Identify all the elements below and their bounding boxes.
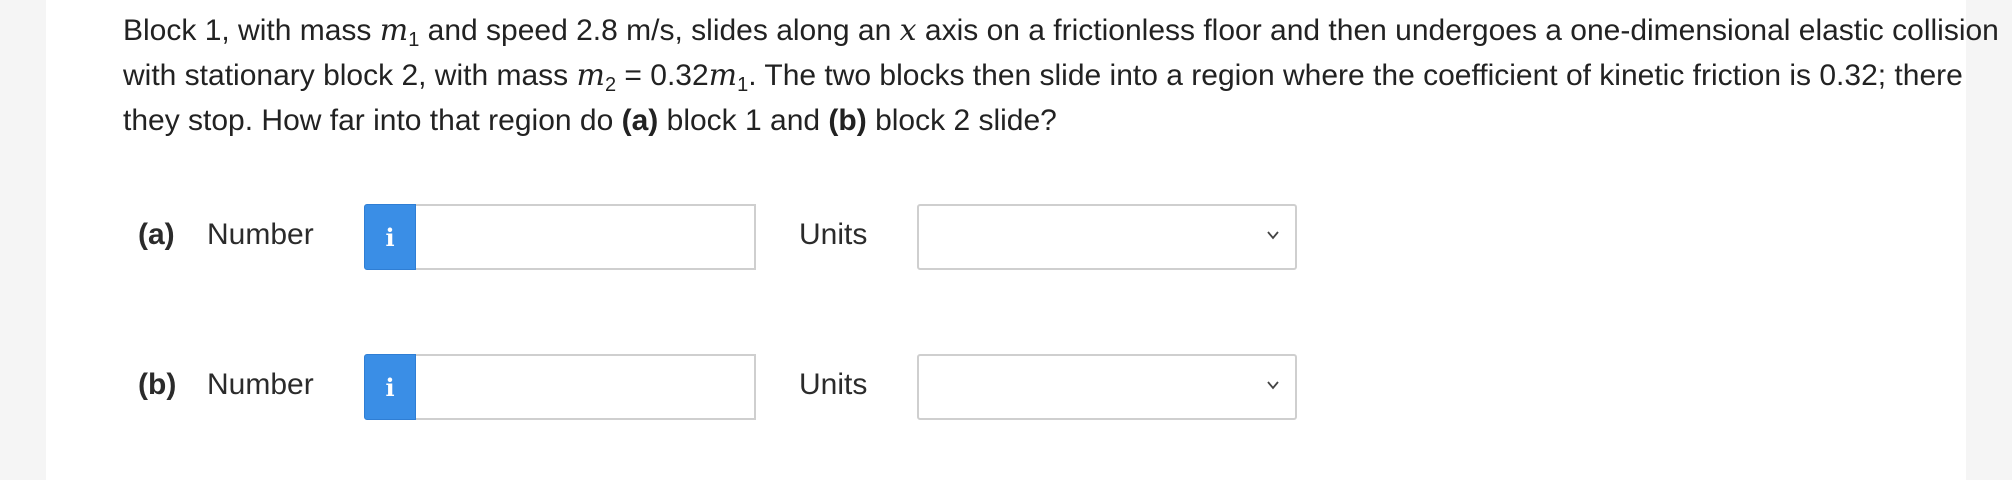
number-label: Number xyxy=(207,218,314,251)
question-card: Block 1, with mass m1 and speed 2.8 m/s,… xyxy=(46,0,1999,480)
part-label: (b) xyxy=(138,368,177,401)
number-input-b[interactable] xyxy=(416,354,756,420)
axis-variable: x xyxy=(899,13,917,48)
info-button[interactable]: i xyxy=(364,354,416,420)
info-icon: i xyxy=(385,372,395,402)
question-segment: = 0.32 xyxy=(616,59,709,92)
question-text: Block 1, with mass m1 and speed 2.8 m/s,… xyxy=(123,8,2003,143)
info-button[interactable]: i xyxy=(364,204,416,270)
question-segment: and speed 2.8 m/s, slides along an xyxy=(419,14,900,47)
question-segment: Block 1, with mass xyxy=(123,14,380,47)
part-b-marker: (b) xyxy=(828,104,867,137)
info-icon: i xyxy=(385,222,395,252)
answer-row-b: (b) Number i Units xyxy=(138,354,1338,420)
chevron-down-icon xyxy=(1267,381,1279,390)
number-label: Number xyxy=(207,368,314,401)
mass-subscript: 1 xyxy=(408,29,420,51)
mass-variable: m xyxy=(379,13,409,48)
mass-variable: m xyxy=(576,58,605,93)
mass-variable: m xyxy=(708,58,738,93)
question-segment: block 2 slide? xyxy=(866,104,1057,137)
part-a-marker: (a) xyxy=(621,104,659,137)
units-select-a[interactable] xyxy=(917,204,1297,270)
units-label: Units xyxy=(799,218,868,251)
chevron-down-icon xyxy=(1267,231,1279,240)
units-label: Units xyxy=(799,368,868,401)
units-select-b[interactable] xyxy=(917,354,1297,420)
mass-subscript: 2 xyxy=(604,74,617,96)
answer-row-a: (a) Number i Units xyxy=(138,204,1338,270)
part-label: (a) xyxy=(138,218,175,251)
question-segment: block 1 and xyxy=(658,104,829,137)
mass-subscript: 1 xyxy=(737,74,749,96)
number-input-a[interactable] xyxy=(416,204,756,270)
